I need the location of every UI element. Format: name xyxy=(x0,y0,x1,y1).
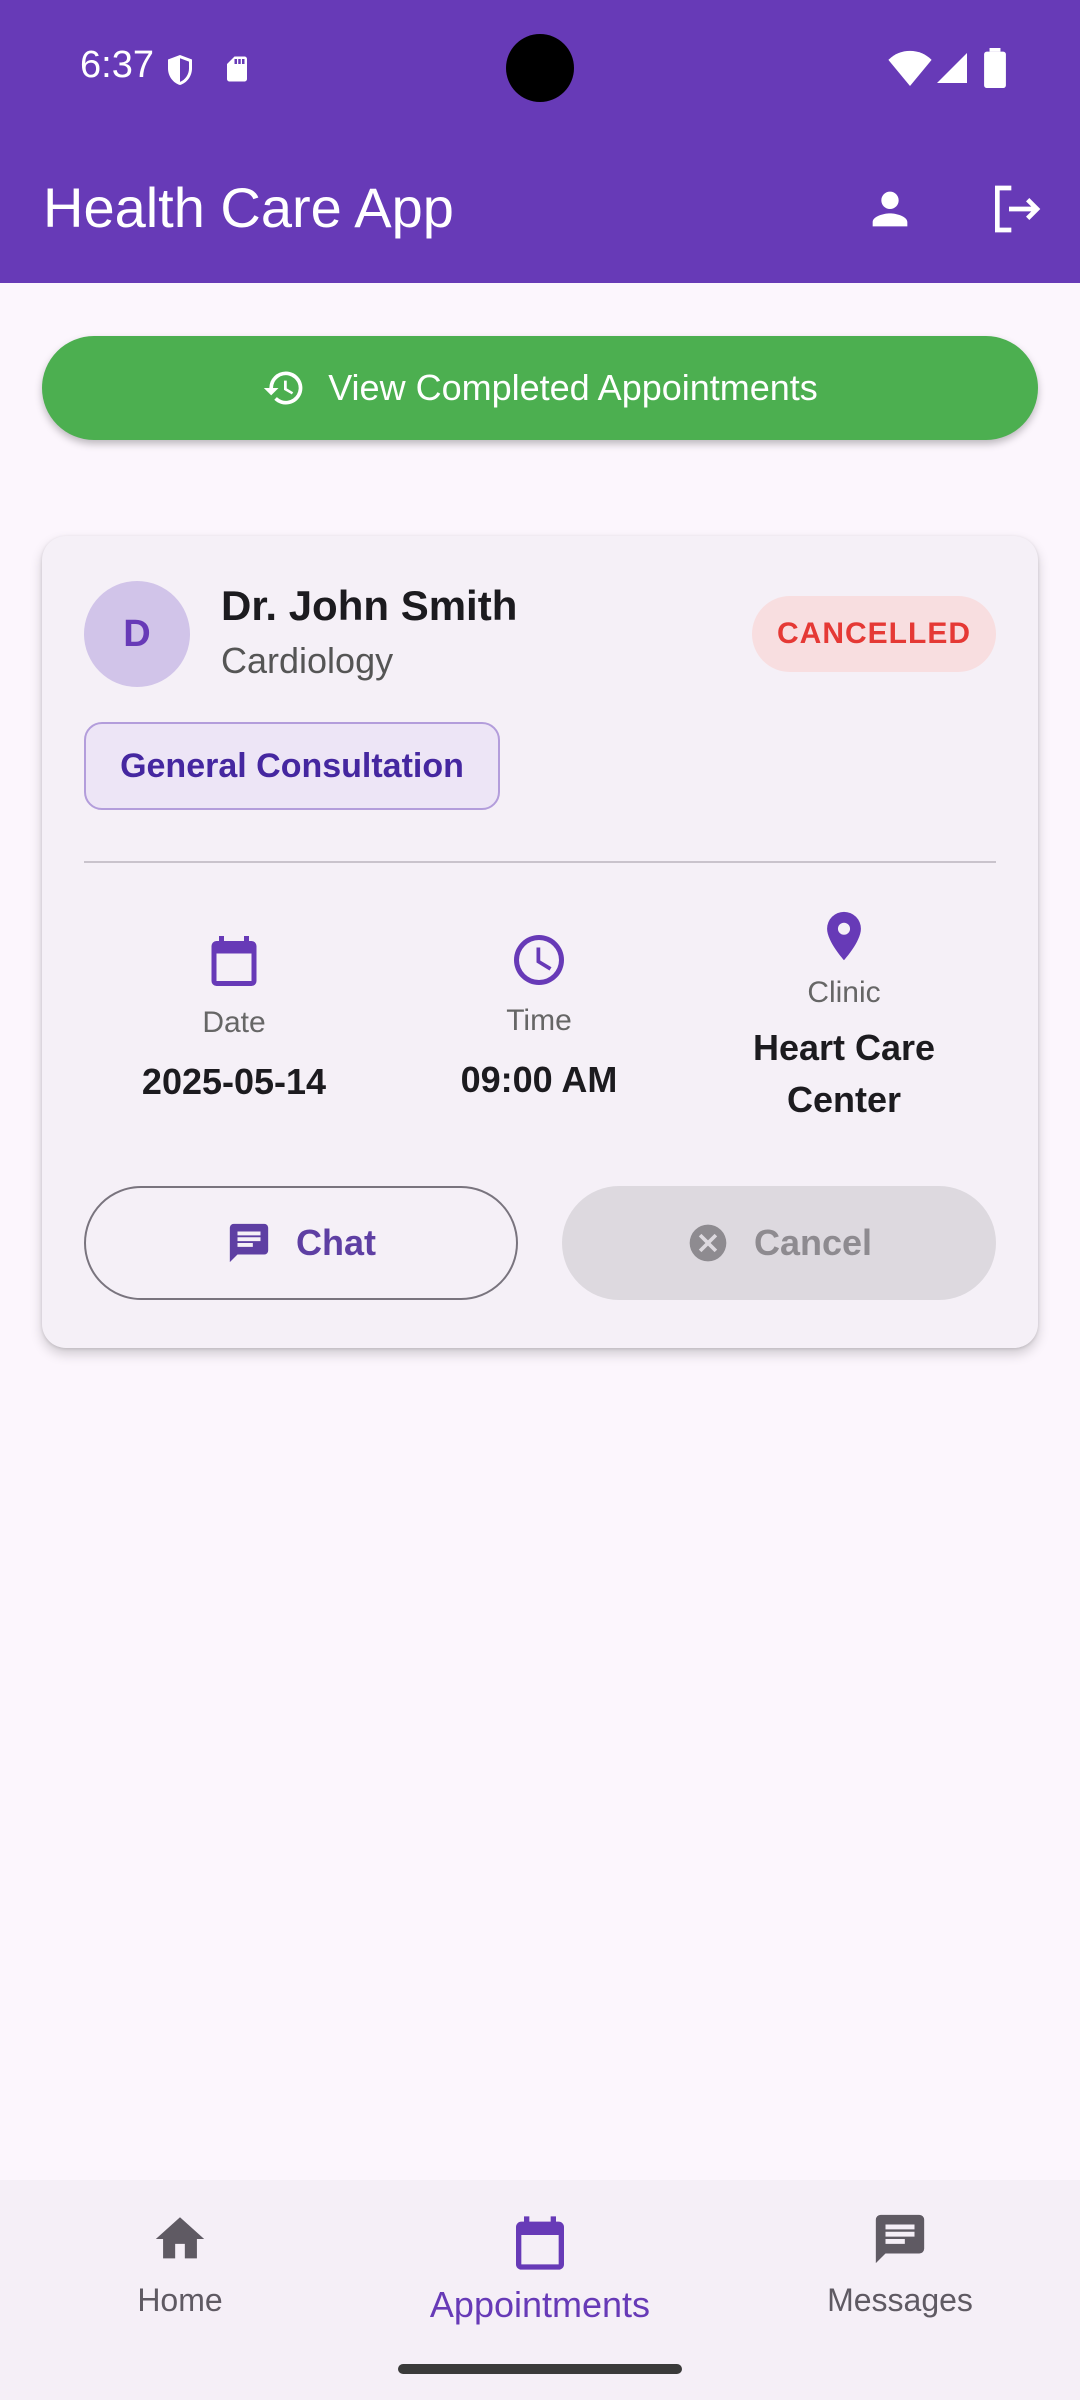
chat-icon xyxy=(229,1223,269,1263)
shield-icon xyxy=(168,55,192,85)
status-bar: 6:37 xyxy=(0,0,1080,135)
date-value: 2025-05-14 xyxy=(141,1061,327,1102)
app-bar: Health Care App xyxy=(0,135,1080,283)
chat-button[interactable]: Chat xyxy=(84,1186,518,1300)
app-title: Health Care App xyxy=(43,176,454,239)
clinic-value: Heart Care Center xyxy=(692,1022,996,1126)
messages-icon xyxy=(875,2214,925,2264)
logout-button[interactable] xyxy=(978,171,1054,247)
nav-label-home: Home xyxy=(137,2282,223,2318)
avatar: D xyxy=(84,581,190,687)
cancel-button: Cancel xyxy=(562,1186,996,1300)
status-time: 6:37 xyxy=(80,44,154,86)
camera-cutout xyxy=(506,34,574,102)
cancel-button-label: Cancel xyxy=(753,1222,873,1263)
completed-button-label: View Completed Appointments xyxy=(328,367,818,408)
cancel-icon xyxy=(689,1224,727,1262)
nav-item-messages[interactable]: Messages xyxy=(750,2210,1050,2360)
location-pin-icon xyxy=(827,911,861,961)
clinic-value-line2: Center xyxy=(786,1079,902,1120)
history-icon xyxy=(264,371,303,405)
person-icon xyxy=(872,191,908,227)
wifi-icon xyxy=(888,50,932,86)
time-value: 09:00 AM xyxy=(460,1059,618,1100)
clock-icon xyxy=(514,935,564,985)
calendar-icon xyxy=(211,936,257,986)
battery-icon xyxy=(984,48,1006,88)
gesture-bar xyxy=(398,2364,682,2374)
chat-button-label: Chat xyxy=(296,1222,376,1263)
clinic-info: Clinic Heart Care Center xyxy=(692,904,996,1126)
date-label: Date xyxy=(202,1006,266,1039)
signal-icon xyxy=(937,53,967,83)
appointment-type-chip: General Consultation xyxy=(84,722,500,810)
appointment-card: D Dr. John Smith Cardiology CANCELLED Ge… xyxy=(42,536,1038,1348)
date-info: Date 2025-05-14 xyxy=(82,904,386,1108)
time-label: Time xyxy=(506,1004,572,1037)
doctor-name: Dr. John Smith xyxy=(221,582,518,629)
calendar-icon xyxy=(516,2216,564,2270)
clinic-label: Clinic xyxy=(807,976,881,1009)
nav-label-appointments: Appointments xyxy=(429,2284,651,2325)
nav-item-home[interactable]: Home xyxy=(30,2210,330,2360)
sd-card-icon xyxy=(227,56,247,82)
divider xyxy=(84,861,996,863)
logout-icon xyxy=(995,185,1041,233)
view-completed-appointments-button[interactable]: View Completed Appointments xyxy=(42,336,1038,440)
profile-button[interactable] xyxy=(852,171,928,247)
time-info: Time 09:00 AM xyxy=(387,904,691,1106)
status-badge: CANCELLED xyxy=(752,596,996,672)
nav-item-appointments[interactable]: Appointments xyxy=(390,2210,690,2360)
home-icon xyxy=(155,2217,205,2259)
clinic-value-line1: Heart Care xyxy=(752,1027,936,1068)
doctor-specialty: Cardiology xyxy=(221,640,394,681)
nav-label-messages: Messages xyxy=(827,2282,973,2318)
